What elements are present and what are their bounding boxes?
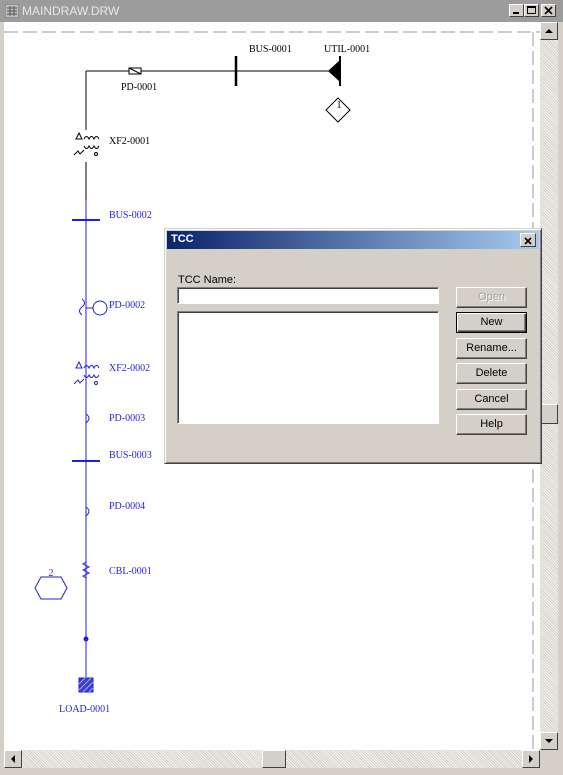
dialog-title: TCC — [171, 233, 194, 245]
tcc-list[interactable] — [177, 311, 439, 424]
scroll-up-button[interactable] — [540, 22, 558, 40]
open-button[interactable]: Open — [456, 287, 527, 308]
cable-marker-label: 2 — [48, 568, 54, 579]
minimize-icon — [513, 12, 519, 14]
cable-marker-symbol — [34, 576, 68, 600]
app-icon — [5, 4, 19, 18]
scroll-left-button[interactable] — [4, 750, 22, 768]
bus-0001-label: BUS-0001 — [249, 44, 292, 55]
arrow-right-icon — [529, 755, 533, 763]
dialog-titlebar[interactable]: TCC — [167, 231, 539, 249]
vertical-scroll-thumb[interactable] — [540, 404, 558, 424]
pd-0001-symbol[interactable] — [121, 67, 142, 75]
dialog-close-button[interactable] — [520, 233, 536, 247]
horizontal-scroll-thumb[interactable] — [262, 750, 286, 768]
window-titlebar[interactable]: MAINDRAW.DRW — [0, 0, 563, 22]
tcc-name-label: TCC Name: — [178, 274, 237, 286]
main-window: MAINDRAW.DRW BUS-0001 UTIL-0001 1 PD-000… — [0, 0, 563, 775]
arrow-down-icon — [545, 739, 553, 743]
close-icon — [544, 6, 553, 15]
minimize-button[interactable] — [509, 4, 524, 17]
maximize-icon — [527, 6, 536, 14]
xf2-0002-label: XF2-0002 — [109, 363, 151, 374]
window-title: MAINDRAW.DRW — [22, 4, 120, 18]
pd-0001-label: PD-0001 — [121, 82, 158, 93]
close-icon — [524, 237, 532, 245]
util-0001-label: UTIL-0001 — [324, 44, 371, 55]
pd-0004-label: PD-0004 — [109, 501, 146, 512]
arrow-left-icon — [11, 755, 15, 763]
horizontal-scrollbar[interactable] — [4, 750, 540, 768]
cbl-0001-label: CBL-0001 — [109, 566, 152, 577]
scroll-down-button[interactable] — [540, 732, 558, 750]
help-button[interactable]: Help — [456, 414, 527, 435]
tcc-name-input[interactable] — [177, 287, 439, 304]
arrow-up-icon — [545, 29, 553, 33]
scroll-right-button[interactable] — [522, 750, 540, 768]
util-marker-label: 1 — [336, 100, 342, 111]
load-0001-symbol[interactable] — [78, 677, 94, 693]
pd-0002-label: PD-0002 — [109, 300, 146, 311]
bus-0003-label: BUS-0003 — [109, 450, 152, 461]
delete-button[interactable]: Delete — [456, 363, 527, 384]
tcc-dialog: TCC TCC Name: Open New Rename... Delete … — [164, 228, 542, 464]
rename-button[interactable]: Rename... — [456, 338, 527, 359]
maximize-button[interactable] — [524, 4, 539, 17]
vertical-scrollbar[interactable] — [540, 22, 558, 750]
pd-0003-label: PD-0003 — [109, 413, 146, 424]
xf2-0001-symbol[interactable] — [73, 131, 100, 156]
bus-0002-label: BUS-0002 — [109, 210, 152, 221]
cancel-button[interactable]: Cancel — [456, 389, 527, 410]
junction-node — [83, 636, 89, 642]
xf2-0001-label: XF2-0001 — [109, 136, 151, 147]
size-grip[interactable] — [540, 750, 558, 768]
pd-0002-symbol[interactable] — [79, 298, 108, 316]
close-button[interactable] — [541, 4, 556, 17]
new-button[interactable]: New — [456, 312, 527, 333]
util-0001-symbol[interactable] — [328, 56, 341, 86]
load-0001-label: LOAD-0001 — [59, 704, 111, 715]
